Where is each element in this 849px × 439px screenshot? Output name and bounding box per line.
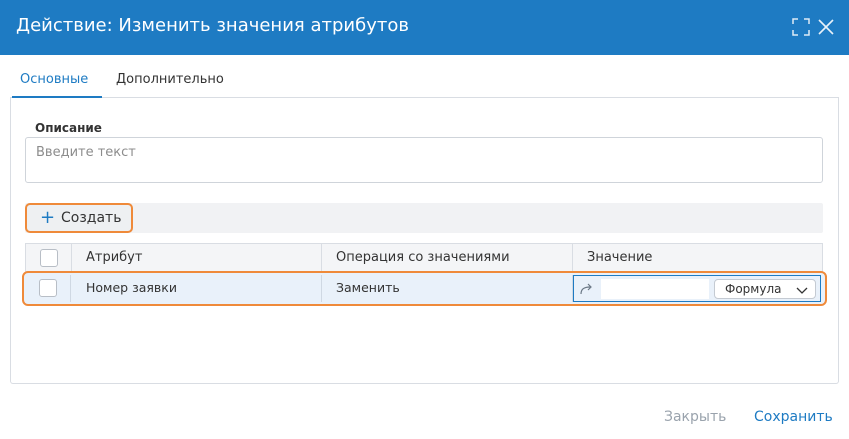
- redirect-arrow-icon: [578, 280, 596, 298]
- dialog-title: Действие: Изменить значения атрибутов: [16, 15, 409, 36]
- select-all-checkbox[interactable]: [40, 249, 58, 267]
- row-select-cell: [25, 275, 71, 302]
- value-mode-dropdown[interactable]: Формула: [714, 279, 816, 299]
- table-row[interactable]: Номер заявки Заменить Формула: [22, 271, 827, 306]
- row-checkbox[interactable]: [39, 279, 57, 297]
- plus-icon: +: [40, 207, 56, 228]
- value-mode-label: Формула: [725, 282, 782, 296]
- value-input[interactable]: [601, 279, 709, 299]
- table-toolbar: [25, 203, 823, 233]
- column-header-operation[interactable]: Операция со значениями: [322, 244, 573, 272]
- close-button[interactable]: Закрыть: [664, 409, 726, 425]
- row-value-editor: Формула: [573, 275, 821, 302]
- column-header-value[interactable]: Значение: [573, 244, 822, 272]
- row-attribute[interactable]: Номер заявки: [72, 275, 322, 302]
- description-label: Описание: [35, 121, 102, 135]
- column-header-attribute[interactable]: Атрибут: [72, 244, 322, 272]
- close-icon[interactable]: [815, 16, 837, 38]
- tab-main[interactable]: Основные: [12, 70, 102, 98]
- tab-bar: Основные Дополнительно: [10, 70, 839, 98]
- maximize-icon[interactable]: [790, 16, 812, 38]
- header-select-cell: [26, 244, 72, 272]
- description-field[interactable]: [25, 137, 823, 183]
- create-button[interactable]: + Создать: [25, 203, 133, 233]
- table-header: Атрибут Операция со значениями Значение: [26, 244, 822, 272]
- create-button-label: Создать: [61, 210, 122, 226]
- dialog-header: Действие: Изменить значения атрибутов: [0, 0, 849, 55]
- chevron-down-icon: [795, 283, 809, 297]
- tab-additional[interactable]: Дополнительно: [108, 70, 238, 98]
- save-button[interactable]: Сохранить: [754, 409, 833, 425]
- row-operation[interactable]: Заменить: [322, 275, 573, 302]
